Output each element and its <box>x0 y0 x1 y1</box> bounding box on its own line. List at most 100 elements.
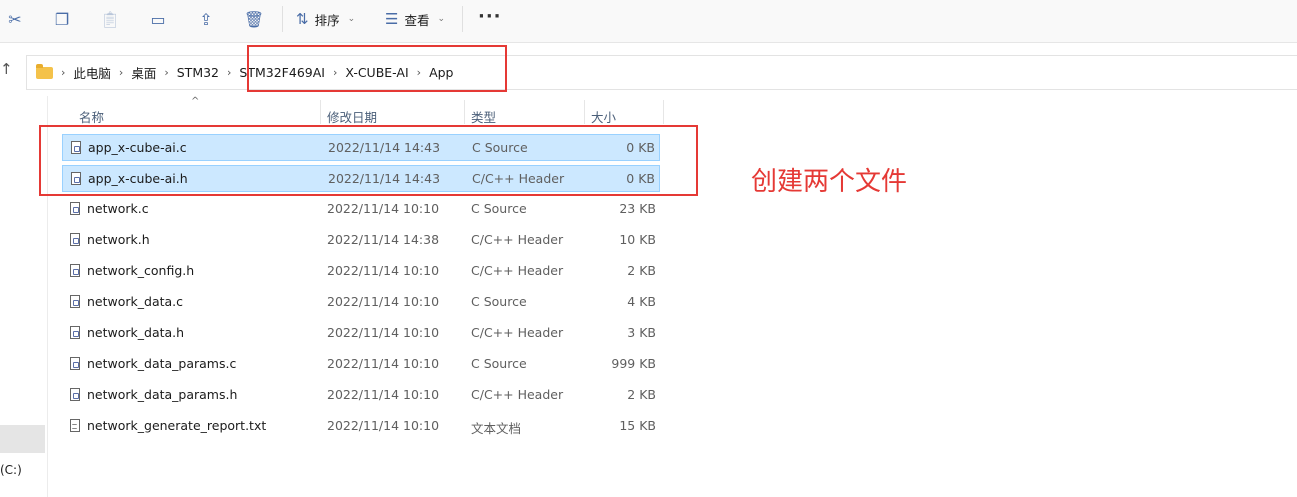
file-name: app_x-cube-ai.h <box>88 171 188 186</box>
chevron-down-icon: ⌄ <box>347 14 356 24</box>
up-arrow-icon[interactable]: ↑ <box>0 60 13 78</box>
file-size: 999 KB <box>611 356 656 371</box>
file-size: 2 KB <box>627 263 656 278</box>
toolbar-divider <box>462 6 463 32</box>
breadcrumb-item[interactable]: 桌面 <box>131 63 156 82</box>
file-size: 0 KB <box>626 171 655 186</box>
file-row[interactable]: network_data.c 2022/11/14 10:10 C Source 4 … <box>62 289 660 316</box>
c-source-file-icon <box>71 141 81 154</box>
file-type: 文本文档 <box>471 421 522 436</box>
file-type: C Source <box>471 356 527 371</box>
breadcrumb-item[interactable]: STM32F469AI <box>239 65 325 80</box>
column-divider[interactable] <box>464 100 465 124</box>
file-type: C/C++ Header <box>471 263 564 278</box>
cut-icon[interactable]: ✂ <box>2 8 28 30</box>
file-size: 3 KB <box>627 325 656 340</box>
view-button[interactable]: ☰ 查看 ⌄ <box>385 8 445 30</box>
file-size: 0 KB <box>626 140 655 155</box>
c-header-file-icon <box>71 172 81 185</box>
sidebar-selected-item[interactable] <box>0 425 45 453</box>
more-options-button[interactable]: ··· <box>478 6 502 27</box>
file-date: 2022/11/14 14:43 <box>328 171 441 186</box>
file-name: network_generate_report.txt <box>87 418 267 433</box>
toolbar-divider <box>282 6 283 32</box>
sort-icon: ⇅ <box>296 10 309 28</box>
column-divider[interactable] <box>584 100 585 124</box>
breadcrumb-item[interactable]: 此电脑 <box>73 63 111 82</box>
file-type: C/C++ Header <box>472 171 565 186</box>
file-row[interactable]: network_config.h 2022/11/14 10:10 C/C++ He… <box>62 258 660 285</box>
breadcrumb-item[interactable]: STM32 <box>177 65 219 80</box>
column-header-size[interactable]: 大小 <box>591 107 616 126</box>
file-date: 2022/11/14 10:10 <box>327 387 440 402</box>
file-size: 2 KB <box>627 387 656 402</box>
file-row[interactable]: network.h 2022/11/14 14:38 C/C++ Header 10 … <box>62 227 660 254</box>
file-name: network_data_params.c <box>87 356 237 371</box>
file-type: C/C++ Header <box>471 387 564 402</box>
c-source-file-icon <box>70 202 80 215</box>
sort-ascending-icon: ^ <box>191 96 200 107</box>
column-header-type[interactable]: 类型 <box>471 107 496 126</box>
chevron-right-icon[interactable]: › <box>227 66 231 79</box>
c-header-file-icon <box>70 264 80 277</box>
file-name: app_x-cube-ai.c <box>88 140 187 155</box>
file-row[interactable]: network_data_params.h 2022/11/14 10:10 C/C… <box>62 382 660 409</box>
file-date: 2022/11/14 10:10 <box>327 294 440 309</box>
file-row[interactable]: network_data.h 2022/11/14 10:10 C/C++ Head… <box>62 320 660 347</box>
file-name: network_data.c <box>87 294 184 309</box>
text-file-icon <box>70 419 80 432</box>
view-icon: ☰ <box>385 10 399 28</box>
delete-icon[interactable]: 🗑︎ <box>241 8 267 30</box>
file-row[interactable]: network.c 2022/11/14 10:10 C Source 23 KB <box>62 196 660 223</box>
file-name: network.c <box>87 201 149 216</box>
file-type: C Source <box>471 294 527 309</box>
file-date: 2022/11/14 10:10 <box>327 201 440 216</box>
sidebar-drive-label[interactable]: (C:) <box>0 463 22 477</box>
file-type: C/C++ Header <box>471 232 564 247</box>
file-name: network_data_params.h <box>87 387 238 402</box>
chevron-right-icon[interactable]: › <box>333 66 337 79</box>
column-header-name[interactable]: 名称 <box>79 107 104 126</box>
file-type: C Source <box>471 201 527 216</box>
annotation-text: 创建两个文件 <box>751 167 908 197</box>
file-type: C Source <box>472 140 528 155</box>
file-type: C/C++ Header <box>471 325 564 340</box>
column-divider[interactable] <box>320 100 321 124</box>
file-date: 2022/11/14 10:10 <box>327 356 440 371</box>
c-source-file-icon <box>70 357 80 370</box>
file-row[interactable]: app_x-cube-ai.c 2022/11/14 14:43 C Source 0… <box>62 134 660 161</box>
breadcrumb-item[interactable]: App <box>429 65 453 80</box>
chevron-right-icon[interactable]: › <box>119 66 123 79</box>
rename-icon[interactable]: ▭ <box>145 8 171 30</box>
copy-icon[interactable]: ❐ <box>49 8 75 30</box>
column-divider[interactable] <box>663 100 664 124</box>
file-row[interactable]: network_generate_report.txt 2022/11/14 10… <box>62 413 660 440</box>
file-size: 23 KB <box>619 201 656 216</box>
chevron-right-icon[interactable]: › <box>417 66 421 79</box>
c-header-file-icon <box>70 326 80 339</box>
file-size: 4 KB <box>627 294 656 309</box>
breadcrumb-item[interactable]: X-CUBE-AI <box>345 65 408 80</box>
chevron-right-icon[interactable]: › <box>164 66 168 79</box>
file-row[interactable]: network_data_params.c 2022/11/14 10:10 C S… <box>62 351 660 378</box>
paste-icon[interactable]: 📋︎ <box>97 8 123 30</box>
sort-label: 排序 <box>314 12 340 28</box>
file-size: 10 KB <box>619 232 656 247</box>
folder-icon <box>36 63 53 79</box>
c-header-file-icon <box>70 233 80 246</box>
address-bar[interactable]: › 此电脑 › 桌面 › STM32 › STM32F469AI › X-CUBE-AI › App <box>26 55 1297 90</box>
file-row[interactable]: app_x-cube-ai.h 2022/11/14 14:43 C/C++ Hea… <box>62 165 660 192</box>
file-date: 2022/11/14 10:10 <box>327 418 440 433</box>
sidebar-divider <box>47 96 48 497</box>
view-label: 查看 <box>404 12 430 28</box>
command-bar: ✂ ❐ 📋︎ ▭ ⇪ 🗑︎ ⇅ 排序 ⌄ ☰ 查看 ⌄ ··· <box>0 0 1297 43</box>
file-date: 2022/11/14 10:10 <box>327 325 440 340</box>
chevron-right-icon[interactable]: › <box>61 66 65 79</box>
file-name: network.h <box>87 232 150 247</box>
file-date: 2022/11/14 10:10 <box>327 263 440 278</box>
c-header-file-icon <box>70 388 80 401</box>
share-icon[interactable]: ⇪ <box>193 8 219 30</box>
file-name: network_config.h <box>87 263 195 278</box>
sort-button[interactable]: ⇅ 排序 ⌄ <box>296 8 355 30</box>
column-header-date[interactable]: 修改日期 <box>327 107 377 126</box>
